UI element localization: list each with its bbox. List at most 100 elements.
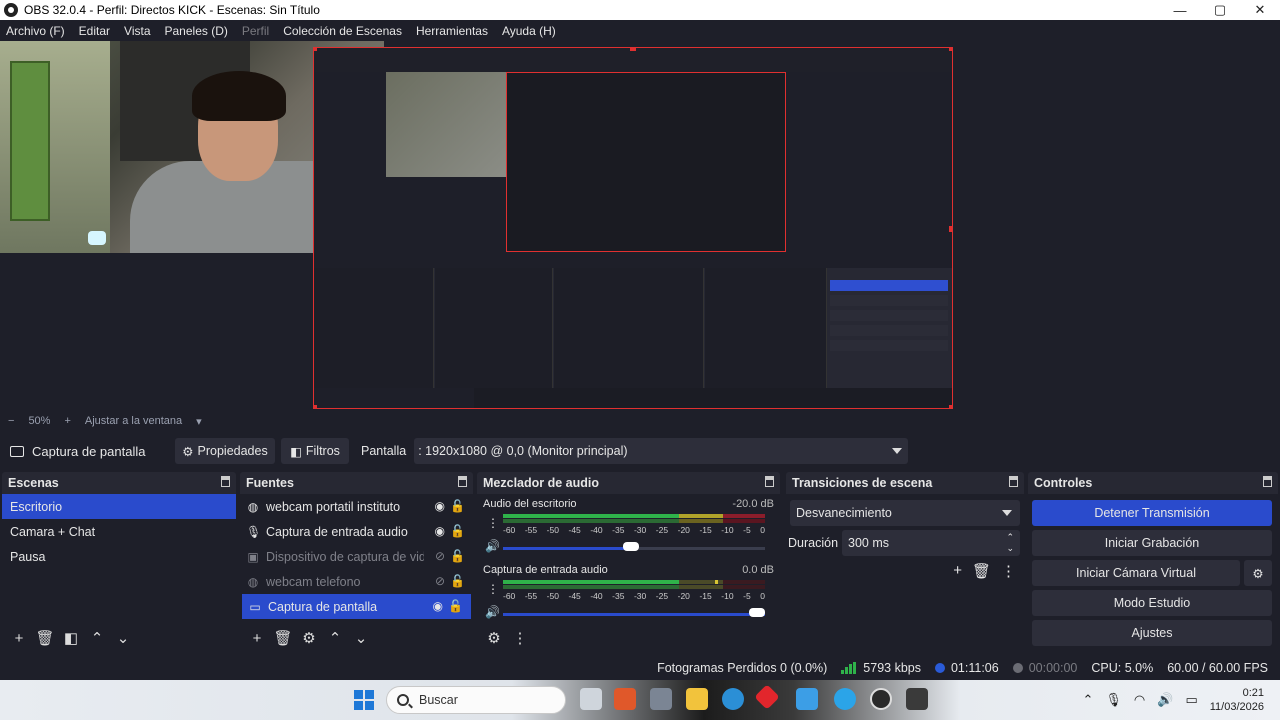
screen-capture-preview[interactable] bbox=[313, 47, 953, 409]
virtual-cam-settings-button[interactable]: ⚙ bbox=[1244, 560, 1272, 586]
move-down-icon[interactable]: ⌄ bbox=[112, 627, 134, 649]
display-select[interactable]: : 1920x1080 @ 0,0 (Monitor principal) bbox=[414, 438, 909, 464]
volume-icon[interactable]: 🔊 bbox=[1157, 692, 1173, 708]
menu-editar[interactable]: Editar bbox=[79, 24, 110, 38]
undock-icon[interactable] bbox=[458, 476, 467, 487]
advanced-audio-icon[interactable]: ⚙ bbox=[483, 627, 505, 649]
menu-coleccion-escenas[interactable]: Colección de Escenas bbox=[283, 24, 402, 38]
duration-spinbox[interactable]: 300 ms ⌃ ⌄ bbox=[842, 530, 1020, 556]
source-item[interactable]: 🎙 Captura de entrada audio ◉ 🔓 bbox=[240, 519, 473, 544]
source-item[interactable]: ▣ Dispositivo de captura de video ⊘ 🔓 bbox=[240, 544, 473, 569]
window-title: OBS 32.0.4 - Perfil: Directos KICK - Esc… bbox=[24, 3, 320, 17]
maximize-button[interactable]: ▢ bbox=[1200, 0, 1240, 20]
menu-herramientas[interactable]: Herramientas bbox=[416, 24, 488, 38]
taskbar-search[interactable]: Buscar bbox=[386, 686, 566, 714]
undock-icon[interactable] bbox=[1263, 476, 1272, 487]
add-transition-icon[interactable]: + bbox=[953, 562, 962, 580]
eye-off-icon[interactable]: ⊘ bbox=[435, 574, 445, 588]
windows-start-icon[interactable] bbox=[354, 690, 374, 710]
skype-icon[interactable] bbox=[834, 688, 856, 710]
zoom-in-button[interactable]: + bbox=[64, 415, 70, 427]
move-down-icon[interactable]: ⌄ bbox=[350, 627, 372, 649]
add-scene-icon[interactable]: + bbox=[8, 627, 30, 649]
clock[interactable]: 0:21 11/03/2026 bbox=[1210, 686, 1264, 714]
settings-app-icon[interactable] bbox=[650, 688, 672, 710]
scene-filters-icon[interactable]: ◧ bbox=[60, 627, 82, 649]
chevron-down-icon[interactable]: ▾ bbox=[196, 415, 202, 428]
filters-button[interactable]: ◧ Filtros bbox=[281, 438, 349, 464]
menu-paneles[interactable]: Paneles (D) bbox=[165, 24, 228, 38]
studio-mode-button[interactable]: Modo Estudio bbox=[1032, 590, 1272, 616]
gear-icon[interactable]: ⚙ bbox=[298, 627, 320, 649]
lock-icon[interactable]: 🔓 bbox=[448, 599, 463, 613]
minimize-button[interactable]: — bbox=[1160, 0, 1200, 20]
scene-item-pausa[interactable]: Pausa bbox=[2, 544, 236, 569]
channel-menu-icon[interactable]: ⋮ bbox=[487, 582, 499, 596]
battery-icon[interactable]: ▭ bbox=[1185, 692, 1197, 708]
trash-icon[interactable]: 🗑 bbox=[272, 627, 294, 649]
transition-menu-icon[interactable]: ⋮ bbox=[1001, 562, 1016, 580]
brave-browser-icon[interactable] bbox=[614, 688, 636, 710]
volume-meter bbox=[503, 514, 765, 524]
undock-icon[interactable] bbox=[1009, 476, 1018, 487]
volume-slider[interactable] bbox=[503, 613, 765, 616]
menu-perfil[interactable]: Perfil bbox=[242, 24, 269, 38]
undock-icon[interactable] bbox=[765, 476, 774, 487]
source-item[interactable]: ▭ Captura de pantalla ◉ 🔓 bbox=[242, 594, 471, 619]
speaker-icon[interactable]: 🔊 bbox=[485, 605, 500, 619]
menu-vista[interactable]: Vista bbox=[124, 24, 150, 38]
undock-icon[interactable] bbox=[221, 476, 230, 487]
obs-taskbar-icon[interactable] bbox=[870, 688, 892, 710]
zoom-fit-select[interactable]: Ajustar a la ventana bbox=[85, 415, 182, 427]
store-icon[interactable] bbox=[796, 688, 818, 710]
channel-menu-icon[interactable]: ⋮ bbox=[487, 516, 499, 530]
trash-icon[interactable]: 🗑 bbox=[34, 627, 56, 649]
menu-ayuda[interactable]: Ayuda (H) bbox=[502, 24, 556, 38]
lock-icon[interactable]: 🔓 bbox=[450, 574, 465, 588]
volume-slider-handle[interactable] bbox=[623, 542, 640, 551]
stop-stream-button[interactable]: Detener Transmisión bbox=[1032, 500, 1272, 526]
scene-item-escritorio[interactable]: Escritorio bbox=[2, 494, 236, 519]
edge-browser-icon[interactable] bbox=[722, 688, 744, 710]
file-explorer-icon[interactable] bbox=[686, 688, 708, 710]
mic-icon[interactable]: 🎙 bbox=[1105, 692, 1122, 708]
app-icon[interactable] bbox=[906, 688, 928, 710]
move-up-icon[interactable]: ⌃ bbox=[86, 627, 108, 649]
lock-icon[interactable]: 🔓 bbox=[450, 524, 465, 538]
zoom-level: 50% bbox=[28, 415, 51, 427]
anydesk-icon[interactable] bbox=[754, 684, 780, 710]
source-toolbar: Captura de pantalla ⚙ Propiedades ◧ Filt… bbox=[0, 437, 1280, 465]
eye-off-icon[interactable]: ⊘ bbox=[435, 549, 445, 563]
program-preview[interactable] bbox=[0, 41, 1280, 411]
add-source-icon[interactable]: + bbox=[246, 627, 268, 649]
scene-item-camara-chat[interactable]: Camara + Chat bbox=[2, 519, 236, 544]
spin-arrows-icon[interactable]: ⌃ ⌄ bbox=[1006, 532, 1014, 554]
volume-slider-handle[interactable] bbox=[749, 608, 765, 617]
speaker-icon[interactable]: 🔊 bbox=[485, 539, 500, 553]
eye-icon[interactable]: ◉ bbox=[433, 599, 443, 613]
mixer-menu-icon[interactable]: ⋮ bbox=[509, 627, 531, 649]
properties-button[interactable]: ⚙ Propiedades bbox=[175, 438, 275, 464]
eye-icon[interactable]: ◉ bbox=[435, 524, 445, 538]
move-up-icon[interactable]: ⌃ bbox=[324, 627, 346, 649]
source-item[interactable]: ◍ webcam telefono ⊘ 🔓 bbox=[240, 569, 473, 594]
wifi-icon[interactable]: ◠ bbox=[1134, 692, 1145, 708]
start-recording-button[interactable]: Iniciar Grabación bbox=[1032, 530, 1272, 556]
eye-icon[interactable]: ◉ bbox=[435, 499, 445, 513]
task-view-icon[interactable] bbox=[580, 688, 602, 710]
source-item[interactable]: ◍ webcam portatil instituto ◉ 🔓 bbox=[240, 494, 473, 519]
close-button[interactable]: ✕ bbox=[1240, 0, 1280, 20]
lock-icon[interactable]: 🔓 bbox=[450, 549, 465, 563]
zoom-bar: − 50% + Ajustar a la ventana ▾ bbox=[0, 411, 1280, 431]
connection-bars-icon bbox=[841, 662, 857, 674]
bitrate: 5793 kbps bbox=[863, 661, 921, 675]
trash-icon[interactable]: 🗑 bbox=[972, 562, 991, 580]
display-label: Pantalla bbox=[361, 444, 407, 458]
menu-archivo[interactable]: Archivo (F) bbox=[6, 24, 65, 38]
chevron-up-icon[interactable]: ⌃ bbox=[1083, 692, 1094, 708]
transition-select[interactable]: Desvanecimiento bbox=[790, 500, 1020, 526]
start-virtual-cam-button[interactable]: Iniciar Cámara Virtual bbox=[1032, 560, 1240, 586]
lock-icon[interactable]: 🔓 bbox=[450, 499, 465, 513]
zoom-out-button[interactable]: − bbox=[8, 415, 14, 427]
settings-button[interactable]: Ajustes bbox=[1032, 620, 1272, 646]
